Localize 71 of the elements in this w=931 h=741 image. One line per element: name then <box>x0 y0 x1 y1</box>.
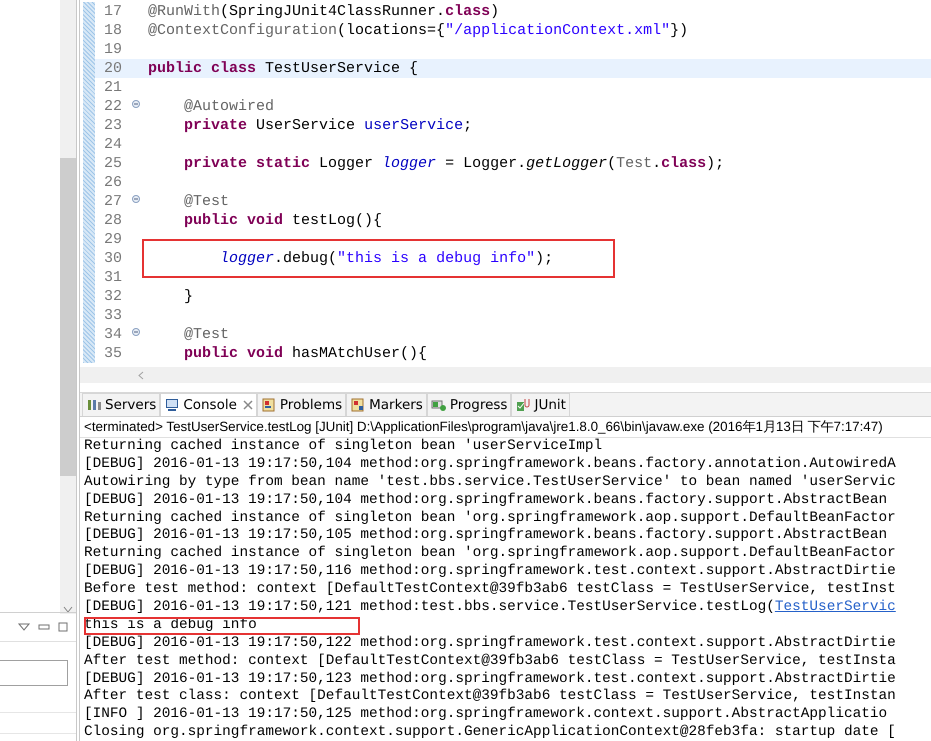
line-number: 34 <box>95 326 132 343</box>
horizontal-scrollbar[interactable] <box>80 367 931 383</box>
console-header: <terminated> TestUserService.testLog [JUnit] D:\ApplicationFiles\program\java\jre1.8.0_66\bin\javaw.exe (2016年1月13日 下午7:17:47) <box>80 417 931 438</box>
console-line: Returning cached instance of singleton bean 'org.springframework.aop.support.DefaultBeanFactor <box>84 545 897 564</box>
line-number: 19 <box>103 41 124 58</box>
line-number: 22 <box>95 98 132 115</box>
markers-icon <box>350 397 366 413</box>
line-number: 23 <box>103 117 124 134</box>
code-line: @RunWith(SpringJUnit4ClassRunner.class) <box>148 3 500 20</box>
console-line: [DEBUG] 2016-01-13 19:17:50,123 method:org.springframework.test.context.support.AbstractDirtie <box>84 670 897 688</box>
console-line: [DEBUG] 2016-01-13 19:17:50,122 method:org.springframework.test.context.support.AbstractDirtie <box>84 634 897 653</box>
console-line: After test class: context [DefaultTestContext@39fb3ab6 testClass = TestUserService, testInstan <box>84 688 897 706</box>
console-line: Returning cached instance of singleton bean 'org.springframework.aop.support.DefaultBeanFactor <box>84 510 897 528</box>
servers-icon <box>86 397 102 413</box>
code-line: @Test <box>183 326 230 343</box>
line-number: 35 <box>103 345 124 362</box>
collapse-icon[interactable] <box>132 195 140 203</box>
junit-icon <box>515 397 532 413</box>
line-number: 29 <box>103 231 124 248</box>
scrollbar[interactable] <box>60 0 76 614</box>
panel-tab[interactable]: Markers <box>346 393 427 416</box>
panel-tab[interactable]: Servers <box>82 393 160 416</box>
close-icon[interactable] <box>242 400 253 410</box>
line-number: 31 <box>103 269 124 286</box>
line-number: 30 <box>103 250 124 267</box>
console-line: [DEBUG] 2016-01-13 19:17:50,116 method:org.springframework.test.context.support.AbstractDirtie <box>84 563 897 582</box>
maximize-icon[interactable] <box>58 622 68 632</box>
line-number: 25 <box>103 155 124 172</box>
line-number: 18 <box>103 22 124 39</box>
code-line: public void hasMAtchUser(){ <box>183 345 428 362</box>
panel-tab[interactable]: Console <box>160 393 257 416</box>
code-line: @Test <box>183 193 230 210</box>
code-line: } <box>183 288 194 305</box>
code-line: @Autowired <box>183 98 274 115</box>
collapse-icon[interactable] <box>132 100 140 108</box>
console-line: [DEBUG] 2016-01-13 19:17:50,121 method:test.bbs.service.TestUserService.testLog(TestUserServic <box>84 599 897 617</box>
panel-tab[interactable]: JUnit <box>511 393 570 416</box>
code-line: public class TestUserService { <box>148 60 418 77</box>
code-line: private UserService userService; <box>183 117 472 134</box>
problems-icon <box>260 397 277 413</box>
line-number: 32 <box>103 288 124 305</box>
line-number: 17 <box>103 3 124 20</box>
minimize-icon[interactable] <box>38 624 50 630</box>
console-line: [INFO ] 2016-01-13 19:17:50,125 method:org.springframework.context.support.AbstractApplicatio <box>84 706 888 724</box>
console-line: Closing org.springframework.context.support.GenericApplicationContext@28feb3fa: startup date [ <box>84 724 897 741</box>
line-number: 27 <box>95 193 132 210</box>
console-line: [DEBUG] 2016-01-13 19:17:50,104 method:org.springframework.beans.factory.support.AbstractBean <box>84 492 888 510</box>
console-line: [DEBUG] 2016-01-13 19:17:50,104 method:org.springframework.beans.factory.annotation.AutowiredA <box>84 456 897 474</box>
code-line: public void testLog(){ <box>183 212 382 229</box>
console-line: Returning cached instance of singleton bean 'userServiceImpl <box>84 438 604 456</box>
view-menu-icon[interactable] <box>18 623 30 631</box>
line-number: 24 <box>103 136 124 153</box>
line-number: 20 <box>103 60 124 77</box>
code-line: private static Logger logger = Logger.getLogger(Test.class); <box>183 155 724 172</box>
panel-tab[interactable]: Problems <box>256 393 346 416</box>
input-field[interactable] <box>0 660 68 686</box>
line-number: 21 <box>103 79 124 96</box>
chevron-down-icon[interactable] <box>63 606 73 614</box>
console-line: Before test method: context [DefaultTestContext@39fb3ab6 testClass = TestUserService, testInst <box>84 581 897 600</box>
code-line: logger.debug("this is a debug info"); <box>144 241 614 276</box>
line-number: 28 <box>103 212 124 229</box>
panel-tab[interactable]: Progress <box>426 393 512 416</box>
collapse-icon[interactable] <box>132 328 140 336</box>
console-line: Autowiring by type from bean name 'test.bbs.service.TestUserService' to bean named 'userServic <box>84 474 897 492</box>
line-number: 26 <box>103 174 124 191</box>
source-link[interactable]: TestUserServic <box>774 599 896 616</box>
console-line: [DEBUG] 2016-01-13 19:17:50,105 method:org.springframework.beans.factory.support.AbstractBean <box>84 527 888 546</box>
line-number: 33 <box>103 307 124 324</box>
console-line: After test method: context [DefaultTestContext@39fb3ab6 testClass = TestUserService, testInsta <box>84 652 897 671</box>
console-icon <box>164 397 180 413</box>
code-line: @ContextConfiguration(locations={"/applicationContext.xml"}) <box>148 22 688 39</box>
